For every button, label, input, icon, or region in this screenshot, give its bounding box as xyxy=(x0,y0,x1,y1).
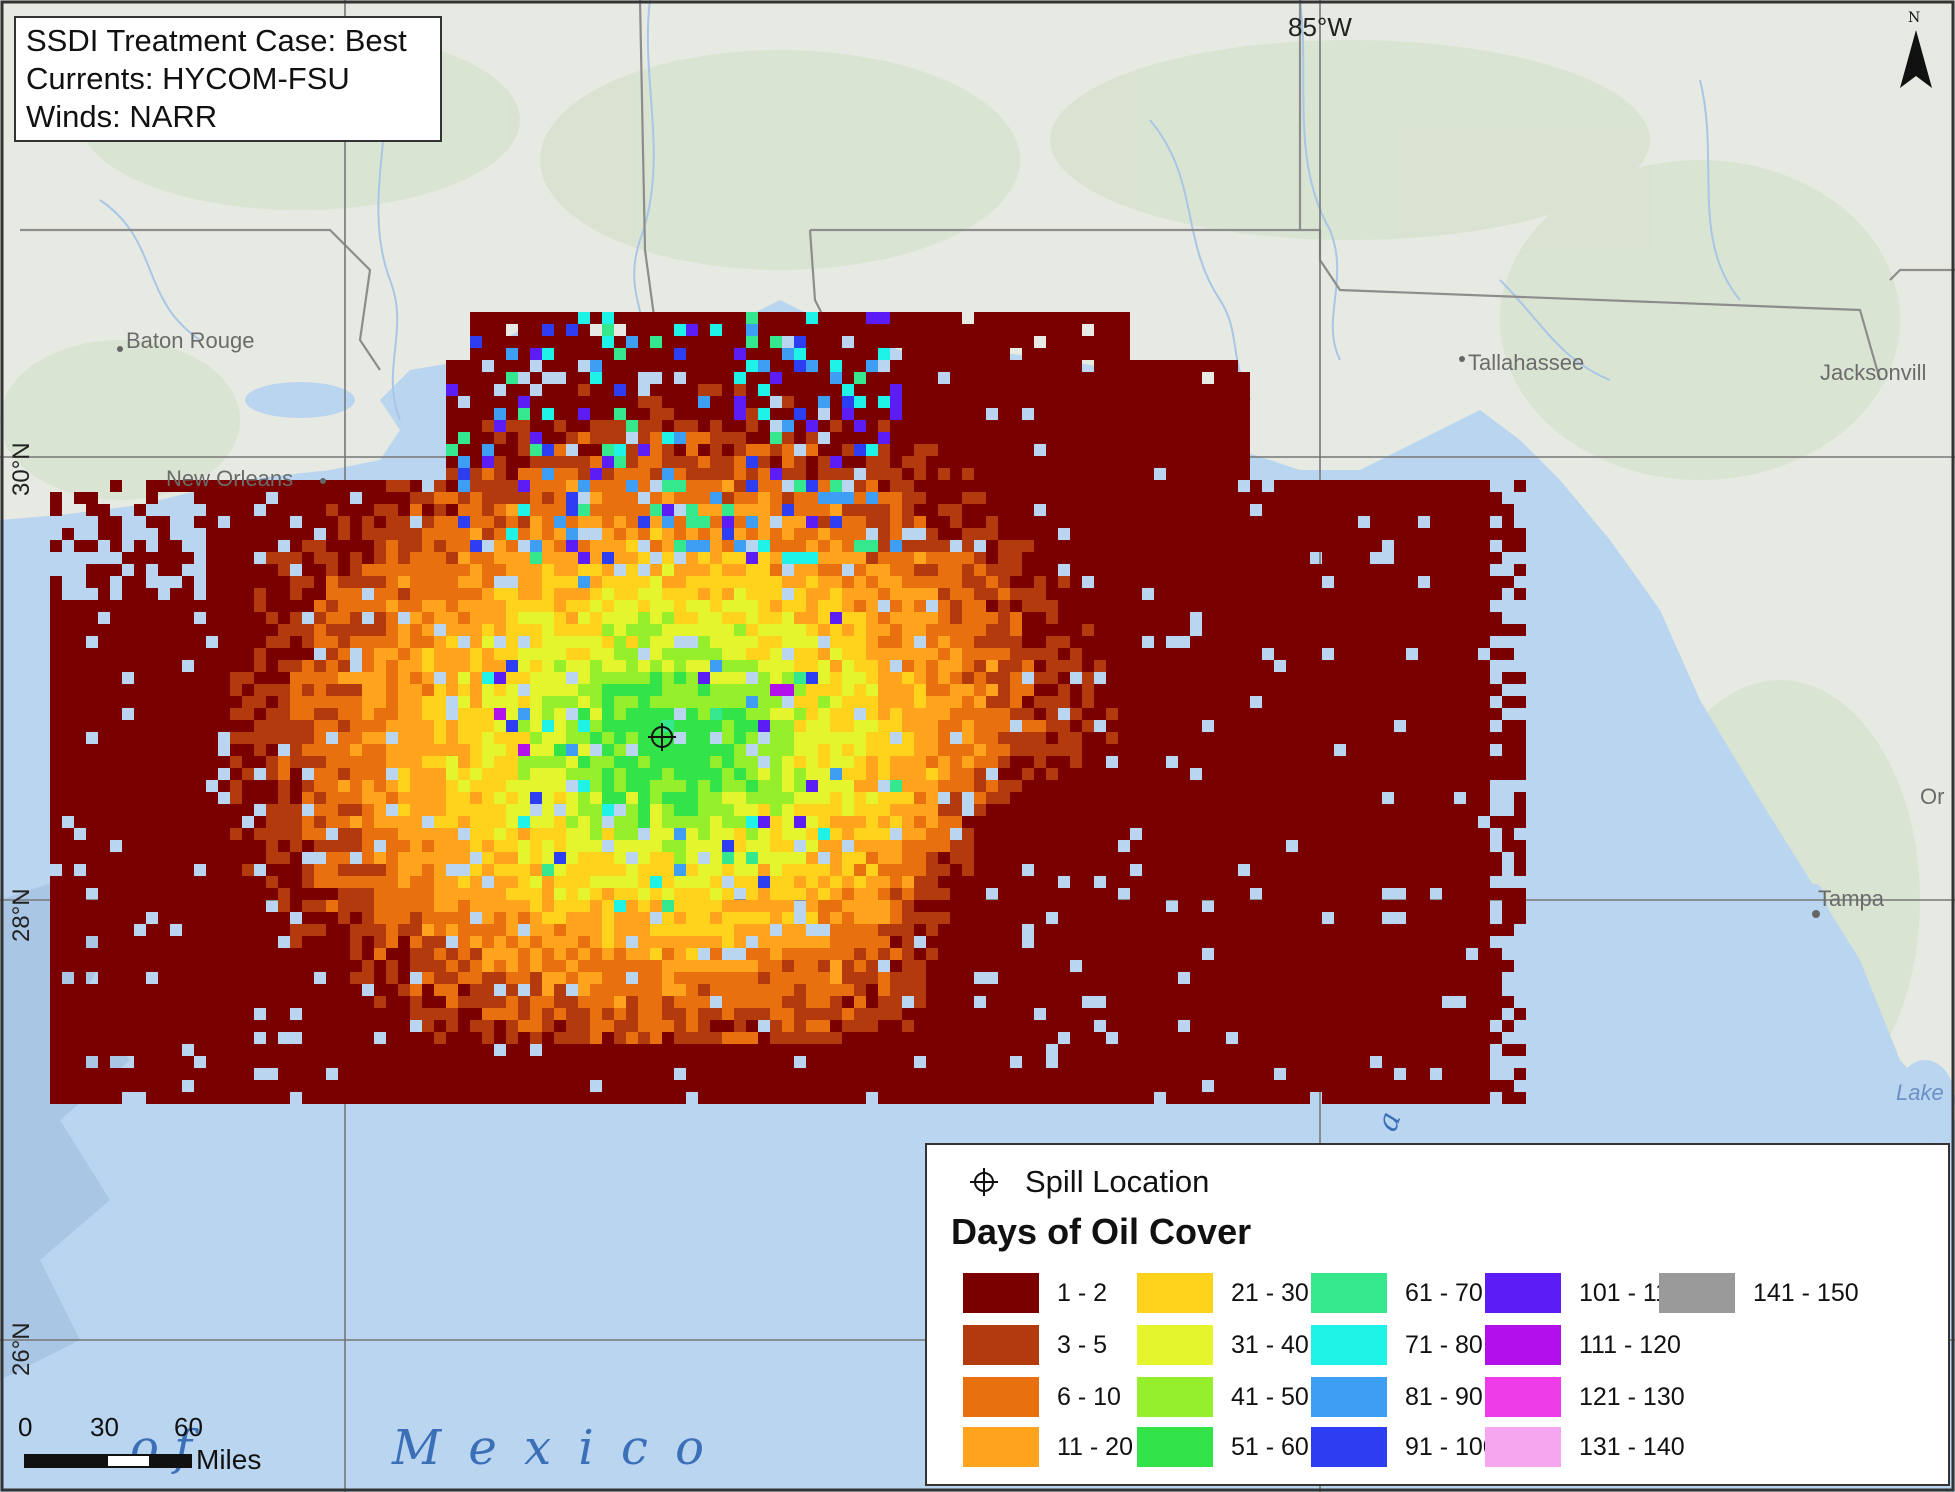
legend-label: 131 - 140 xyxy=(1579,1432,1685,1461)
legend-swatch xyxy=(1659,1273,1735,1313)
legend-swatch xyxy=(1137,1273,1213,1313)
legend-item: 51 - 60 xyxy=(1137,1427,1309,1467)
legend-swatch xyxy=(1485,1273,1561,1313)
scale-bar: 0 30 60 Miles xyxy=(18,1412,298,1482)
legend-item: 1 - 2 xyxy=(963,1273,1107,1313)
lat-label-26n: 26°N xyxy=(8,1322,35,1376)
scale-bar-graphic xyxy=(24,1454,192,1468)
legend-swatch xyxy=(1311,1377,1387,1417)
lon-label-85w: 85°W xyxy=(1288,12,1352,42)
scale-tick-0: 0 xyxy=(18,1412,33,1442)
legend-swatch xyxy=(963,1377,1039,1417)
legend-item: 31 - 40 xyxy=(1137,1325,1309,1365)
legend-swatch xyxy=(963,1325,1039,1365)
scale-units: Miles xyxy=(196,1444,262,1475)
legend-label: 141 - 150 xyxy=(1753,1278,1859,1307)
lake-pontchartrain xyxy=(245,382,355,418)
legend-item: 21 - 30 xyxy=(1137,1273,1309,1313)
legend-label: 31 - 40 xyxy=(1231,1330,1309,1359)
legend-swatch xyxy=(1311,1325,1387,1365)
legend-label: 51 - 60 xyxy=(1231,1432,1309,1461)
legend-swatch xyxy=(1137,1325,1213,1365)
scale-tick-60: 60 xyxy=(174,1412,203,1442)
legend-swatch xyxy=(1485,1427,1561,1467)
legend-item: 71 - 80 xyxy=(1311,1325,1483,1365)
legend-label: 11 - 20 xyxy=(1057,1432,1133,1461)
legend-item: 131 - 140 xyxy=(1485,1427,1685,1467)
scenario-winds: Winds: NARR xyxy=(26,99,218,134)
lat-label-28n: 28°N xyxy=(8,888,35,942)
legend-item: 81 - 90 xyxy=(1311,1377,1483,1417)
place-label-tallahassee: Tallahassee xyxy=(1468,350,1585,375)
legend-label: 21 - 30 xyxy=(1231,1278,1309,1307)
place-label-tampa: Tampa xyxy=(1818,886,1885,911)
place-label-orlando: Or xyxy=(1920,784,1945,809)
legend-label: 1 - 2 xyxy=(1057,1278,1108,1307)
crosshair-icon xyxy=(970,1168,998,1196)
legend-swatch xyxy=(963,1427,1039,1467)
legend-label: 111 - 120 xyxy=(1579,1330,1681,1359)
legend-swatch xyxy=(1137,1377,1213,1417)
scenario-info-box: SSDI Treatment Case: Best Currents: HYCO… xyxy=(14,16,442,142)
legend-label: 6 - 10 xyxy=(1057,1382,1121,1411)
legend-swatch xyxy=(963,1273,1039,1313)
city-dot-tampa xyxy=(1812,910,1820,918)
legend-label: 81 - 90 xyxy=(1405,1382,1483,1411)
legend-swatch xyxy=(1311,1273,1387,1313)
place-label-baton-rouge: Baton Rouge xyxy=(126,328,255,353)
legend-label: 71 - 80 xyxy=(1405,1330,1483,1359)
city-dot-baton-rouge xyxy=(117,346,123,352)
legend-item: 91 - 100 xyxy=(1311,1427,1497,1467)
legend-item: 141 - 150 xyxy=(1659,1273,1859,1313)
legend-item: 6 - 10 xyxy=(963,1377,1121,1417)
scale-tick-30: 30 xyxy=(90,1412,119,1442)
legend-item: 41 - 50 xyxy=(1137,1377,1309,1417)
place-label-jacksonville: Jacksonvill xyxy=(1820,360,1927,385)
north-arrow-icon: N xyxy=(1896,10,1936,92)
legend-swatch xyxy=(1485,1325,1561,1365)
legend-swatch xyxy=(1137,1427,1213,1467)
legend-item: 11 - 20 xyxy=(963,1427,1133,1467)
legend-label: 61 - 70 xyxy=(1405,1278,1483,1307)
legend-label: 3 - 5 xyxy=(1057,1330,1108,1359)
city-dot-tallahassee xyxy=(1459,356,1465,362)
map-legend: Spill Location Days of Oil Cover 1 - 2 3 … xyxy=(925,1143,1950,1486)
legend-item: 101 - 110 xyxy=(1485,1273,1683,1313)
scenario-treatment: SSDI Treatment Case: Best xyxy=(26,23,407,58)
legend-label: 121 - 130 xyxy=(1579,1382,1685,1411)
legend-item: 3 - 5 xyxy=(963,1325,1107,1365)
legend-swatch xyxy=(1485,1377,1561,1417)
place-label-lake: Lake xyxy=(1896,1080,1944,1105)
legend-item: 61 - 70 xyxy=(1311,1273,1483,1313)
place-label-new-orleans: New Orleans xyxy=(166,466,294,491)
gulf-text-mexico: M e x i c o xyxy=(392,1420,711,1476)
legend-spill-label: Spill Location xyxy=(1025,1164,1210,1199)
legend-item: 111 - 120 xyxy=(1485,1325,1681,1365)
legend-spill-row: Spill Location xyxy=(967,1159,1209,1205)
north-label: N xyxy=(1908,10,1921,26)
legend-title: Days of Oil Cover xyxy=(951,1211,1252,1252)
scenario-currents: Currents: HYCOM-FSU xyxy=(26,61,350,96)
legend-swatch xyxy=(1311,1427,1387,1467)
legend-item: 121 - 130 xyxy=(1485,1377,1685,1417)
legend-label: 41 - 50 xyxy=(1231,1382,1309,1411)
lat-label-30n: 30°N xyxy=(8,442,35,496)
legend-label: 91 - 100 xyxy=(1405,1432,1497,1461)
city-dot-new-orleans xyxy=(320,478,326,484)
